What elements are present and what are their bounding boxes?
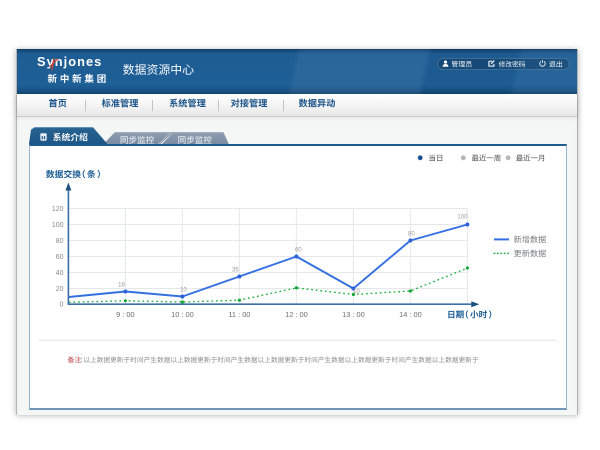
svg-text:80: 80 bbox=[408, 232, 415, 238]
svg-text:60: 60 bbox=[56, 254, 64, 261]
svg-text:40: 40 bbox=[56, 270, 64, 277]
svg-text:9 : 00: 9 : 00 bbox=[116, 310, 135, 319]
svg-text:0: 0 bbox=[60, 302, 64, 309]
svg-text:12 : 00: 12 : 00 bbox=[285, 310, 308, 319]
svg-text:13 : 00: 13 : 00 bbox=[342, 310, 365, 319]
svg-text:120: 120 bbox=[52, 206, 64, 213]
svg-text:100: 100 bbox=[52, 222, 64, 229]
svg-text:10: 10 bbox=[180, 288, 187, 294]
svg-text:60: 60 bbox=[295, 248, 302, 254]
svg-text:100: 100 bbox=[457, 215, 468, 221]
svg-text:20: 20 bbox=[56, 286, 64, 293]
svg-text:35: 35 bbox=[232, 268, 239, 274]
svg-text:14 : 00: 14 : 00 bbox=[399, 310, 422, 319]
svg-text:11 : 00: 11 : 00 bbox=[228, 310, 250, 319]
svg-text:18: 18 bbox=[118, 283, 125, 289]
svg-text:10: 10 bbox=[353, 289, 360, 295]
svg-text:80: 80 bbox=[56, 238, 64, 245]
svg-text:10 : 00: 10 : 00 bbox=[171, 310, 194, 319]
